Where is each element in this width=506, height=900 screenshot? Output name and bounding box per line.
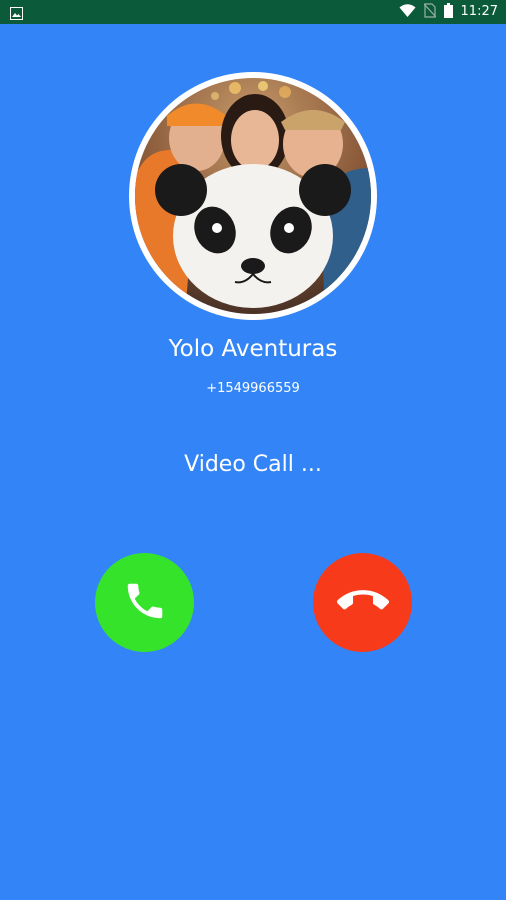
status-time: 11:27 — [460, 4, 498, 19]
status-bar: 11:27 — [0, 0, 506, 24]
no-sim-icon — [423, 2, 436, 22]
status-icons: 11:27 — [399, 0, 498, 24]
hang-up-icon — [336, 575, 389, 631]
decline-call-button[interactable] — [313, 553, 412, 652]
accept-call-button[interactable] — [95, 553, 194, 652]
phone-icon — [122, 578, 168, 628]
battery-icon — [443, 2, 453, 22]
caller-name: Yolo Aventuras — [168, 336, 338, 362]
wifi-icon — [399, 3, 416, 22]
caller-number: +1549966559 — [206, 381, 300, 396]
call-status: Video Call ... — [184, 452, 322, 477]
caller-avatar — [135, 78, 371, 314]
caller-avatar-frame — [129, 72, 377, 320]
image-notification-icon — [10, 5, 23, 20]
